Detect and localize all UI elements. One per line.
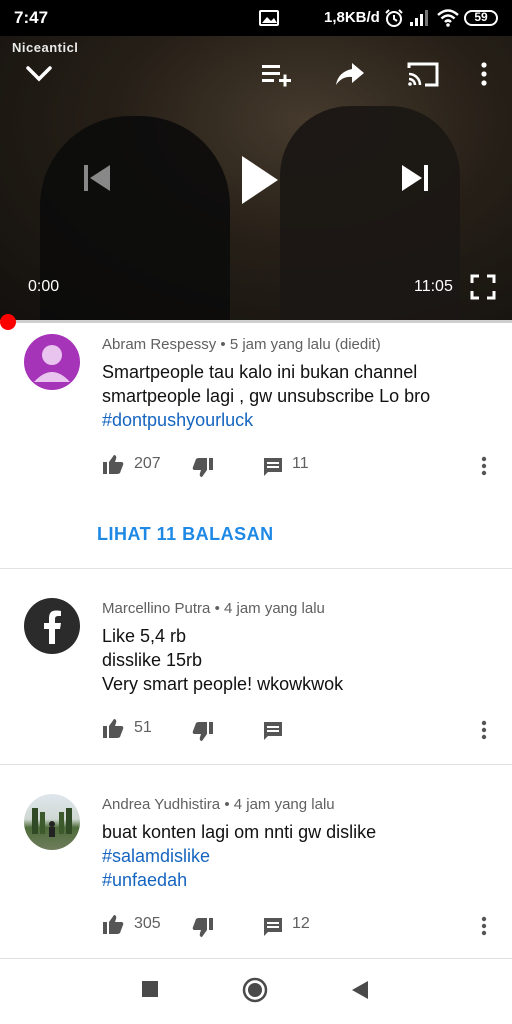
like-count: 51 [134,719,152,736]
home-button-icon[interactable] [242,977,268,1003]
comment-more-icon[interactable] [480,719,488,741]
image-notification-icon [259,10,279,26]
comment-actions: 207 11 [102,453,502,477]
comment-meta: Abram Respessy • 5 jam yang lalu (diedit… [102,336,381,353]
network-speed: 1,8KB/d [324,9,380,26]
comment-time: 5 jam yang lalu (diedit) [229,336,381,353]
back-button-icon[interactable] [350,979,370,1001]
avatar[interactable] [24,794,80,850]
share-icon[interactable] [334,60,366,88]
comment-actions: 305 12 [102,913,502,937]
duration: 11:05 [414,278,453,295]
like-icon[interactable] [102,717,124,739]
divider [0,568,512,569]
battery-level: 59 [474,10,488,24]
reply-count: 12 [292,915,310,932]
dislike-icon[interactable] [192,721,214,743]
view-replies-button[interactable]: LIHAT 11 BALASAN [97,524,274,545]
next-icon[interactable] [398,160,432,196]
comment-meta: Marcellino Putra • 4 jam yang lalu [102,600,325,617]
comment-more-icon[interactable] [480,915,488,937]
comment-text-line: buat konten lagi om nnti gw dislike [102,822,377,842]
battery-icon: 59 [464,10,498,26]
divider [0,764,512,765]
status-bar: 7:47 1,8KB/d 59 [0,0,512,36]
avatar[interactable] [24,334,80,390]
progress-bar[interactable] [0,320,512,323]
comment-text-line: Like 5,4 rb [102,626,187,646]
signal-icon [410,10,428,26]
comment-text-line: Very smart people! wkowkwok [102,674,344,694]
like-icon[interactable] [102,913,124,935]
comment-hashtag[interactable]: #unfaedah [102,870,187,891]
comment-meta: Andrea Yudhistira • 4 jam yang lalu [102,796,335,813]
add-to-queue-icon[interactable] [260,62,292,88]
alarm-icon [385,9,403,27]
cast-icon[interactable] [406,60,440,88]
previous-icon[interactable] [80,160,114,196]
progress-scrubber[interactable] [0,314,16,330]
profile-photo [32,808,72,837]
comment-hashtag[interactable]: #salamdislike [102,846,210,867]
like-count: 305 [134,915,161,932]
comment-author[interactable]: Marcellino Putra [102,600,210,617]
wifi-icon [437,9,459,27]
reply-icon[interactable] [262,916,284,938]
comment-hashtag[interactable]: #dontpushyourluck [102,410,253,431]
reply-icon[interactable] [262,720,284,742]
comment-text-line: smartpeople lagi , gw unsubscribe Lo bro [102,386,431,406]
like-count: 207 [134,455,161,472]
more-options-icon[interactable] [476,60,492,88]
reply-icon[interactable] [262,456,284,478]
recents-button-icon[interactable] [140,979,160,999]
watermark: Niceanticl [12,40,79,55]
reply-count: 11 [292,455,309,472]
comment-text-line: Smartpeople tau kalo ini bukan channel [102,362,418,382]
fullscreen-icon[interactable] [470,274,496,300]
comment-author[interactable]: Abram Respessy [102,336,216,353]
video-player[interactable]: Niceanticl 0:00 11:05 [0,36,512,322]
comment-text-line: disslike 15rb [102,650,203,670]
comment-time: 4 jam yang lalu [223,600,325,617]
collapse-chevron-icon[interactable] [24,62,54,86]
facebook-logo-icon [44,610,61,644]
dislike-icon[interactable] [192,457,214,479]
current-time: 0:00 [28,278,60,295]
default-avatar-icon [34,345,70,382]
comment-time: 4 jam yang lalu [233,796,335,813]
avatar[interactable] [24,598,80,654]
play-icon[interactable] [236,152,282,208]
status-time: 7:47 [14,8,49,27]
dislike-icon[interactable] [192,917,214,939]
comment-author[interactable]: Andrea Yudhistira [102,796,220,813]
like-icon[interactable] [102,453,124,475]
comment-more-icon[interactable] [480,455,488,477]
navigation-bar [0,958,512,1024]
comment-actions: 51 [102,717,502,741]
